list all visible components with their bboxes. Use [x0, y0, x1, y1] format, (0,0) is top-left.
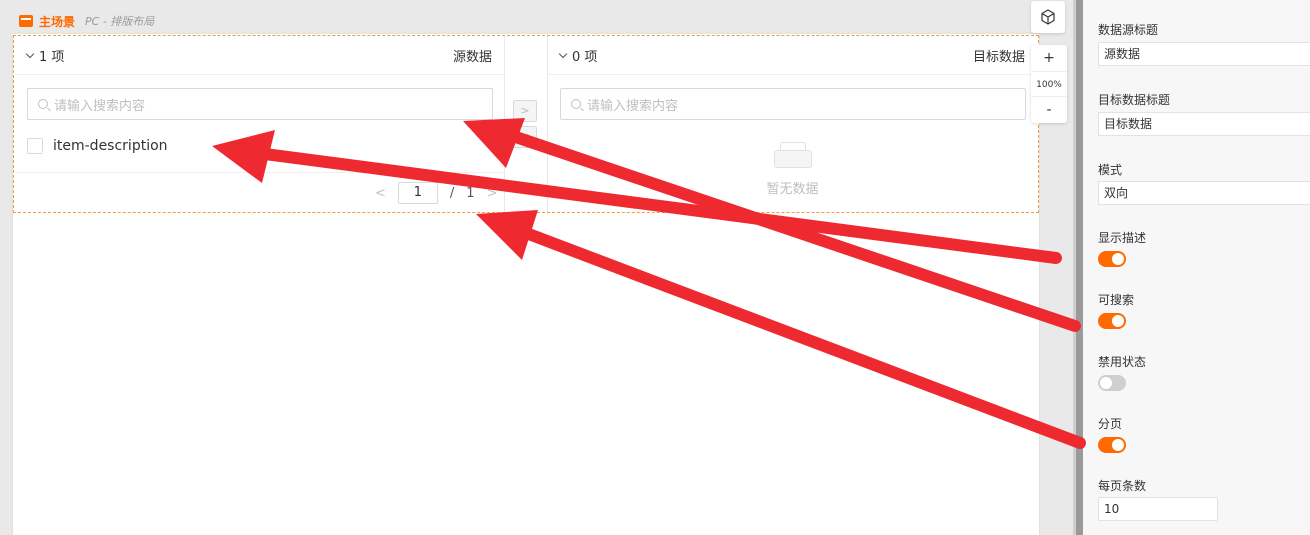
page-number-input[interactable]: 1	[397, 182, 438, 204]
empty-text: 暂无数据	[766, 182, 819, 197]
searchable-toggle[interactable]	[1098, 313, 1126, 329]
move-left-button[interactable]: <	[513, 126, 537, 148]
mode-label: 模式	[1098, 163, 1123, 177]
transfer-source-panel: 1 项 源数据 请输入搜索内容 item-description < 1 / 1…	[15, 36, 505, 212]
source-title: 源数据	[452, 49, 492, 65]
source-search-input[interactable]: 请输入搜索内容	[27, 88, 493, 120]
chevron-down-icon[interactable]	[558, 49, 568, 58]
properties-panel: 数据源标题 源数据 目标数据标题 目标数据 模式 双向 显示描述 可搜索 禁用状…	[1083, 0, 1310, 535]
source-count[interactable]: 1 项	[25, 46, 65, 65]
zoom-control: + 100% -	[1031, 45, 1067, 123]
scene-title[interactable]: 主场景	[39, 13, 75, 30]
search-icon	[571, 99, 581, 109]
scene-header: 主场景 PC - 排版布局	[19, 12, 154, 30]
prev-page-icon[interactable]: <	[375, 186, 386, 201]
page-total: 1	[466, 185, 475, 201]
empty-inbox-icon	[768, 140, 818, 168]
chevron-down-icon[interactable]	[25, 49, 35, 58]
source-title-field[interactable]: 源数据	[1098, 42, 1310, 66]
zoom-in-button[interactable]: +	[1031, 45, 1067, 71]
pagination-label: 分页	[1098, 417, 1123, 431]
source-title-label: 数据源标题	[1098, 23, 1159, 37]
target-title-field[interactable]: 目标数据	[1098, 112, 1310, 136]
source-count-label: 1 项	[39, 49, 65, 65]
3d-view-button[interactable]	[1031, 1, 1065, 33]
item-checkbox[interactable]	[27, 138, 43, 154]
mode-select[interactable]: 双向	[1098, 181, 1310, 205]
target-search-placeholder: 请输入搜索内容	[587, 98, 679, 114]
target-title: 目标数据	[972, 49, 1025, 65]
move-right-button[interactable]: >	[513, 100, 537, 122]
source-panel-header: 1 项 源数据	[15, 36, 504, 75]
page-size-field[interactable]: 10	[1098, 497, 1218, 521]
page-size-label: 每页条数	[1098, 479, 1147, 493]
transfer-target-panel: 0 项 目标数据 请输入搜索内容 暂无数据	[547, 36, 1037, 212]
divider	[15, 172, 504, 173]
disabled-toggle[interactable]	[1098, 375, 1126, 391]
zoom-level: 100%	[1031, 71, 1067, 97]
next-page-icon[interactable]: >	[487, 186, 498, 201]
target-panel-header: 0 项 目标数据	[548, 36, 1037, 75]
clapperboard-icon	[19, 15, 33, 27]
item-label: item-description	[53, 138, 168, 154]
empty-state: 暂无数据	[548, 140, 1037, 197]
scene-subtitle: PC - 排版布局	[85, 15, 155, 28]
zoom-out-button[interactable]: -	[1031, 97, 1067, 123]
show-description-toggle[interactable]	[1098, 251, 1126, 267]
splitter-highlight	[1073, 0, 1076, 535]
page-separator: /	[449, 185, 455, 201]
search-icon	[38, 99, 48, 109]
transfer-operations: > <	[505, 36, 547, 212]
searchable-label: 可搜索	[1098, 293, 1135, 307]
target-count-label: 0 项	[572, 49, 598, 65]
source-pagination: < 1 / 1 >	[375, 182, 497, 204]
target-title-label: 目标数据标题	[1098, 93, 1171, 107]
cube-icon	[1041, 9, 1055, 25]
target-count[interactable]: 0 项	[558, 46, 598, 65]
disabled-label: 禁用状态	[1098, 355, 1147, 369]
target-search-input[interactable]: 请输入搜索内容	[560, 88, 1026, 120]
pagination-toggle[interactable]	[1098, 437, 1126, 453]
list-item[interactable]: item-description	[27, 138, 168, 154]
source-search-placeholder: 请输入搜索内容	[54, 98, 146, 114]
show-description-label: 显示描述	[1098, 231, 1147, 245]
